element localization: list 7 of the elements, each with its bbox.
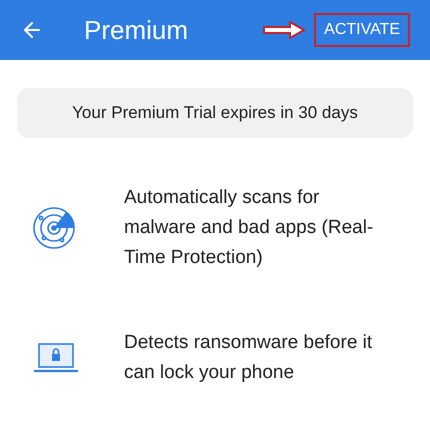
feature-text: Automatically scans for malware and bad apps (Real-Time Protection) [124,186,374,270]
laptop-lock-icon [33,343,79,373]
activate-button[interactable]: ACTIVATE [314,13,410,47]
trial-banner: Your Premium Trial expires in 30 days [17,88,413,138]
arrow-icon [262,21,306,39]
feature-text: Detects ransomware before it can lock your phone [124,331,374,385]
page-title: Premium [84,14,188,46]
